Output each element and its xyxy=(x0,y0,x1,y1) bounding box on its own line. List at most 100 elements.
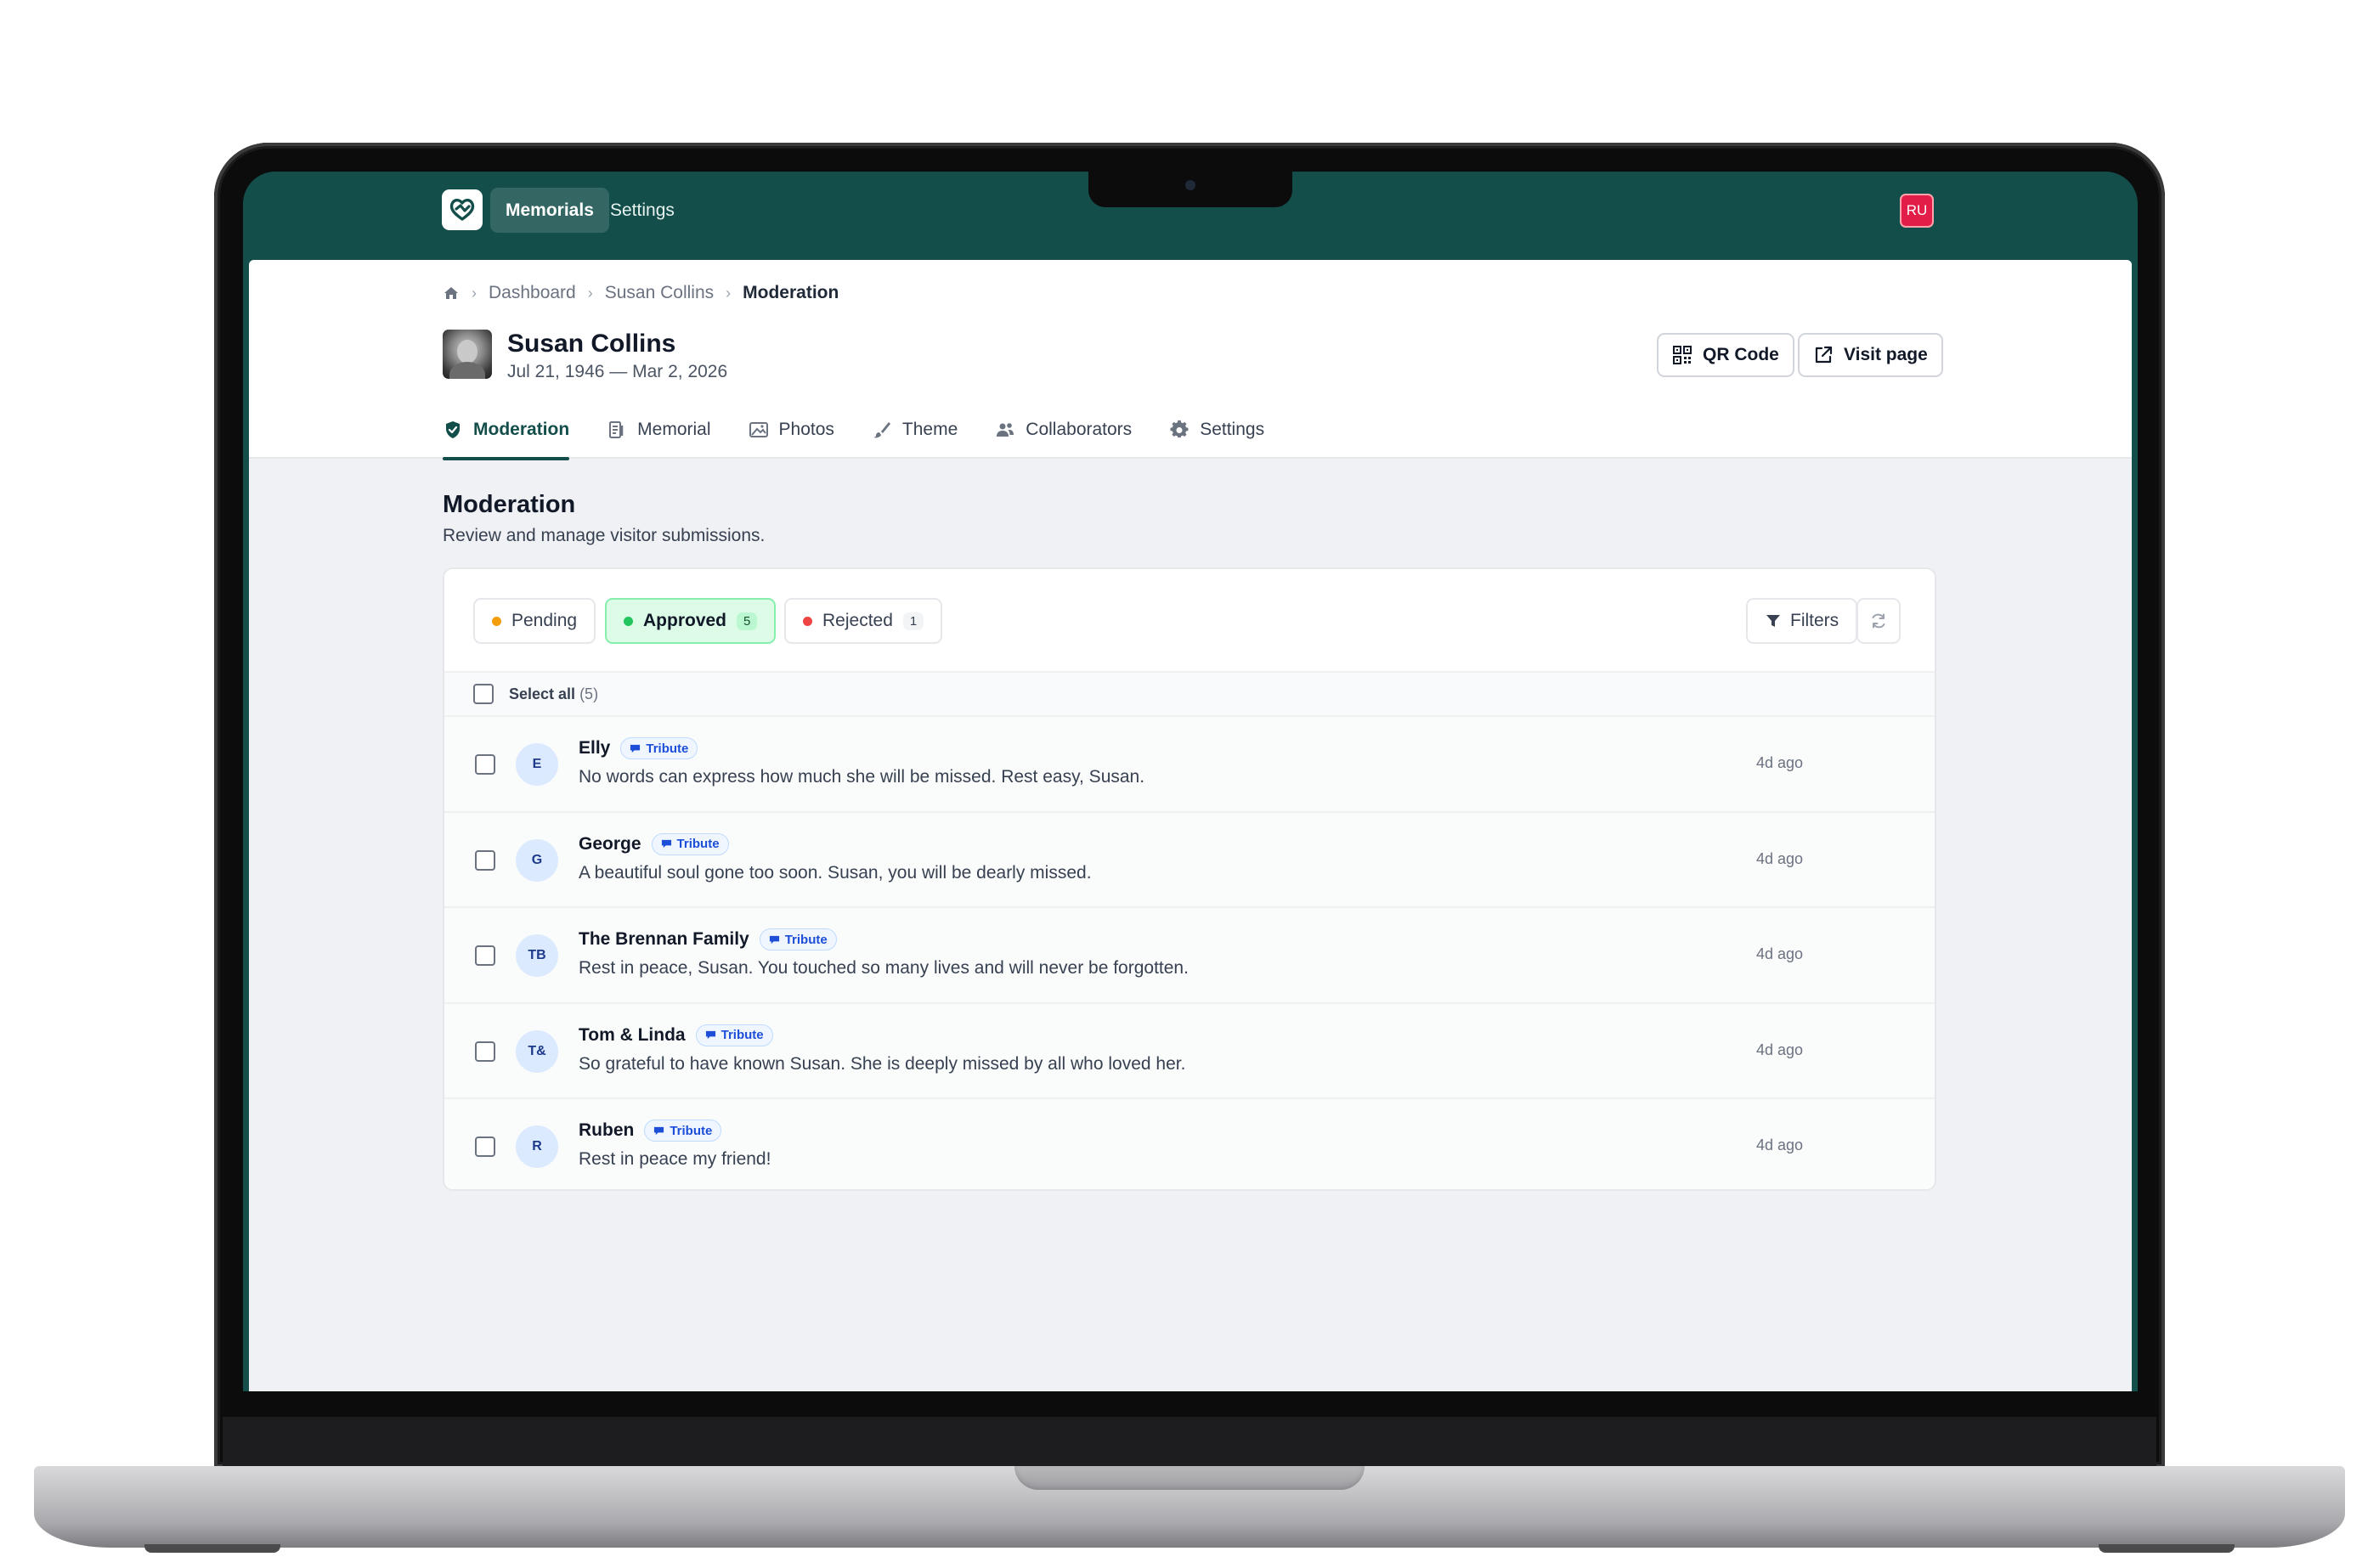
list-item: R Ruben Tribute Rest in peace my friend!… xyxy=(444,1099,1935,1189)
qr-code-button[interactable]: QR Code xyxy=(1657,333,1794,377)
breadcrumb-memorial[interactable]: Susan Collins xyxy=(605,283,714,303)
qr-code-label: QR Code xyxy=(1703,345,1779,364)
breadcrumb: › Dashboard › Susan Collins › Moderation xyxy=(443,280,839,306)
laptop-chin xyxy=(223,1417,2156,1466)
type-badge: Tribute xyxy=(644,1120,722,1142)
status-dot-icon xyxy=(803,616,812,626)
breadcrumb-dashboard[interactable]: Dashboard xyxy=(489,283,576,303)
app-logo[interactable] xyxy=(442,189,483,230)
list-item: TB The Brennan Family Tribute Rest in pe… xyxy=(444,908,1935,1004)
chevron-right-icon: › xyxy=(472,284,477,302)
tab-photos[interactable]: Photos xyxy=(749,401,834,459)
chat-bubble-icon xyxy=(630,744,641,753)
submission-message: Rest in peace, Susan. You touched so man… xyxy=(579,958,1189,978)
type-badge: Tribute xyxy=(759,928,837,950)
laptop-foot-right xyxy=(2099,1544,2235,1553)
submission-list: E Elly Tribute No words can express how … xyxy=(444,717,1935,1189)
submissions-card: Pending Approved 5 Rejected 1 Filters Se… xyxy=(443,567,1936,1191)
tab-theme[interactable]: Theme xyxy=(872,401,958,459)
filter-approved[interactable]: Approved 5 xyxy=(605,598,777,644)
breadcrumb-current: Moderation xyxy=(743,283,839,302)
nav-memorials[interactable]: Memorials xyxy=(490,188,609,233)
tab-memorial[interactable]: Memorial xyxy=(607,401,711,459)
submission-time: 4d ago xyxy=(1756,849,1804,867)
filter-pending[interactable]: Pending xyxy=(473,598,596,644)
select-all-row: Select all (5) xyxy=(444,671,1935,717)
refresh-button[interactable] xyxy=(1856,598,1901,644)
home-icon[interactable] xyxy=(443,285,460,302)
memorial-portrait xyxy=(443,330,492,379)
page-subtitle: Review and manage visitor submissions. xyxy=(443,526,766,545)
row-checkbox[interactable] xyxy=(475,1137,495,1157)
gear-icon xyxy=(1170,420,1189,438)
camera-icon xyxy=(1185,180,1195,190)
filter-rejected[interactable]: Rejected 1 xyxy=(784,598,943,644)
avatar: TB xyxy=(516,934,558,977)
chat-bubble-icon xyxy=(705,1030,715,1040)
heart-logo-icon xyxy=(449,199,475,221)
type-badge: Tribute xyxy=(695,1024,773,1046)
brush-icon xyxy=(873,422,890,438)
laptop-foot-left xyxy=(144,1544,280,1553)
document-icon xyxy=(609,421,624,438)
tab-collaborators[interactable]: Collaborators xyxy=(995,401,1132,459)
type-badge: Tribute xyxy=(620,737,698,759)
author-name: Tom & Linda xyxy=(579,1024,686,1045)
avatar: R xyxy=(516,1125,558,1168)
filters-button[interactable]: Filters xyxy=(1746,598,1858,644)
memorial-tabs: Moderation Memorial Photos Theme Collabo… xyxy=(443,401,1264,460)
submission-message: No words can express how much she will b… xyxy=(579,767,1145,787)
submission-message: A beautiful soul gone too soon. Susan, y… xyxy=(579,862,1092,883)
external-link-icon xyxy=(1815,346,1833,364)
status-filter-bar: Pending Approved 5 Rejected 1 Filters xyxy=(444,569,1935,671)
user-avatar[interactable]: RU xyxy=(1900,194,1934,228)
tab-moderation[interactable]: Moderation xyxy=(443,401,570,460)
row-checkbox[interactable] xyxy=(475,849,495,871)
chevron-right-icon: › xyxy=(587,284,593,302)
author-name: Elly xyxy=(579,738,611,758)
row-checkbox[interactable] xyxy=(475,1041,495,1062)
users-icon xyxy=(997,423,1014,437)
approved-count: 5 xyxy=(737,612,758,630)
row-checkbox[interactable] xyxy=(475,754,495,775)
shield-check-icon xyxy=(446,421,460,438)
laptop-opening-notch xyxy=(1014,1466,1365,1490)
chat-bubble-icon xyxy=(654,1126,664,1135)
visit-page-label: Visit page xyxy=(1844,345,1928,364)
memorial-name: Susan Collins xyxy=(507,330,676,358)
screen: Memorials Settings RU › Dashboard › Susa… xyxy=(243,172,2138,1391)
funnel-icon xyxy=(1766,615,1780,627)
select-all-label[interactable]: Select all (5) xyxy=(509,685,598,703)
avatar: G xyxy=(516,838,558,882)
chat-bubble-icon xyxy=(769,935,779,944)
nav-settings[interactable]: Settings xyxy=(595,188,690,233)
camera-notch xyxy=(1088,172,1292,207)
status-dot-icon xyxy=(492,616,501,626)
app-canvas: › Dashboard › Susan Collins › Moderation… xyxy=(249,260,2132,1391)
author-name: The Brennan Family xyxy=(579,929,749,949)
row-checkbox[interactable] xyxy=(475,945,495,966)
avatar: E xyxy=(516,743,558,786)
submission-time: 4d ago xyxy=(1756,1041,1804,1058)
memorial-header: › Dashboard › Susan Collins › Moderation… xyxy=(249,260,2132,460)
author-name: George xyxy=(579,833,641,854)
chevron-right-icon: › xyxy=(726,284,732,302)
chat-bubble-icon xyxy=(661,839,671,849)
submission-time: 4d ago xyxy=(1756,1137,1804,1153)
image-icon xyxy=(749,422,768,437)
list-item: G George Tribute A beautiful soul gone t… xyxy=(444,812,1935,908)
submission-message: So grateful to have known Susan. She is … xyxy=(579,1053,1186,1074)
page-title: Moderation xyxy=(443,491,576,518)
avatar: T& xyxy=(516,1029,558,1073)
rejected-count: 1 xyxy=(902,612,924,630)
refresh-icon xyxy=(1872,613,1885,629)
author-name: Ruben xyxy=(579,1120,635,1140)
submission-time: 4d ago xyxy=(1756,945,1804,962)
list-item: E Elly Tribute No words can express how … xyxy=(444,717,1935,813)
tab-settings[interactable]: Settings xyxy=(1169,401,1264,459)
visit-page-button[interactable]: Visit page xyxy=(1798,333,1943,377)
submission-time: 4d ago xyxy=(1756,754,1804,771)
select-all-checkbox[interactable] xyxy=(473,684,494,704)
type-badge: Tribute xyxy=(651,832,729,855)
memorial-dates: Jul 21, 1946 — Mar 2, 2026 xyxy=(507,362,728,381)
